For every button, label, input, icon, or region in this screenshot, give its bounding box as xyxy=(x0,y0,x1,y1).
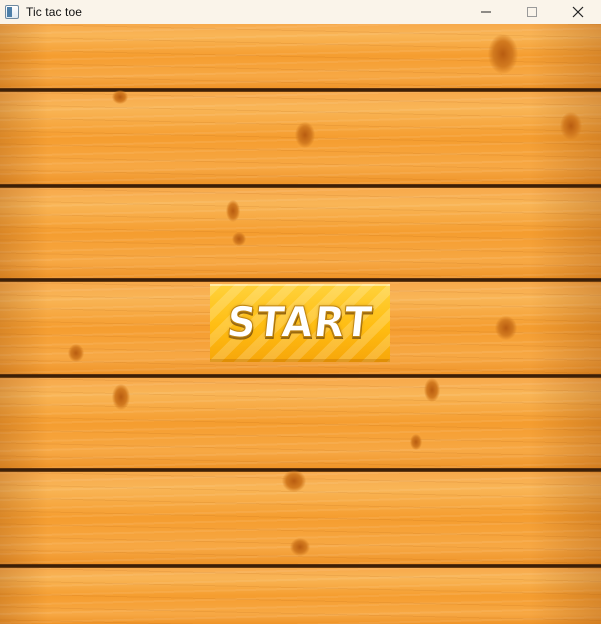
wood-knot xyxy=(290,538,310,556)
start-button-label: START xyxy=(224,298,376,348)
app-window: Tic tac toe START xyxy=(0,0,601,624)
wood-plank xyxy=(0,188,601,278)
close-button[interactable] xyxy=(555,0,601,24)
wood-knot xyxy=(560,112,582,140)
start-button[interactable]: START xyxy=(210,284,390,362)
wood-knot xyxy=(232,232,246,246)
title-bar[interactable]: Tic tac toe xyxy=(0,0,601,24)
wood-knot xyxy=(112,384,130,410)
wood-knot xyxy=(488,34,518,74)
window-controls xyxy=(463,0,601,24)
minimize-icon xyxy=(481,11,491,13)
minimize-button[interactable] xyxy=(463,0,509,24)
wood-knot xyxy=(410,434,422,450)
close-icon xyxy=(572,6,584,18)
wood-knot xyxy=(424,378,440,402)
wood-knot xyxy=(295,122,315,148)
wood-knot xyxy=(112,90,128,104)
window-title: Tic tac toe xyxy=(26,5,83,19)
wood-plank xyxy=(0,378,601,468)
maximize-icon xyxy=(527,7,537,17)
wood-knot xyxy=(282,470,306,492)
wood-plank xyxy=(0,568,601,624)
wood-knot xyxy=(226,200,240,222)
wood-knot xyxy=(68,344,84,362)
wood-knot xyxy=(495,316,517,340)
game-board-background: START xyxy=(0,24,601,624)
app-window-icon xyxy=(5,5,19,19)
maximize-button[interactable] xyxy=(509,0,555,24)
